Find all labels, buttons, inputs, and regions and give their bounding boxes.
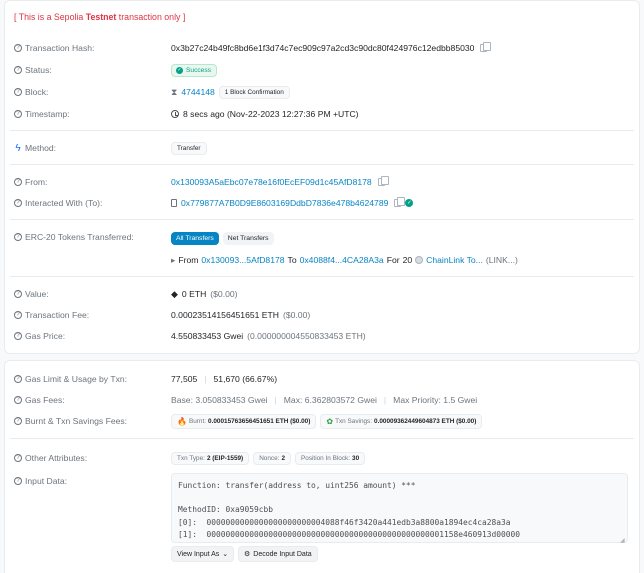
ethereum-icon: ◆ xyxy=(171,288,178,299)
fire-icon: 🔥 xyxy=(177,416,187,426)
from-row: ? From: 0x130093A5aEbc07e78e16f0EcEF09d1c… xyxy=(14,175,636,189)
savings-icon: ✿ xyxy=(326,416,334,426)
help-icon[interactable]: ? xyxy=(14,454,22,462)
transfer-amount: 20 xyxy=(402,255,413,265)
input-data-textarea[interactable]: Function: transfer(address to, uint256 a… xyxy=(171,473,628,543)
interacted-with-row: ? Interacted With (To): 0x779877A7B0D9E86… xyxy=(14,196,636,210)
block-number-link[interactable]: 4744148 xyxy=(181,87,214,97)
burnt-fee-badge: 🔥 Burnt: 0.00015763656451651 ETH ($0.00) xyxy=(171,413,317,429)
timestamp-row: ? Timestamp: 8 secs ago (Nov-22-2023 12:2… xyxy=(14,107,636,121)
tab-net-transfers[interactable]: Net Transfers xyxy=(222,231,274,245)
divider xyxy=(10,276,634,277)
help-icon[interactable]: ? xyxy=(14,396,22,404)
decode-icon: ⚙ xyxy=(244,551,251,558)
clock-icon xyxy=(171,110,179,118)
token-logo-icon xyxy=(415,256,424,264)
copy-icon[interactable] xyxy=(394,197,406,207)
position-badge: Position In Block: 30 xyxy=(295,451,366,465)
block-confirmation-badge: 1 Block Confirmation xyxy=(218,85,290,99)
help-icon[interactable]: ? xyxy=(14,375,22,383)
copy-icon[interactable] xyxy=(480,42,492,52)
txn-type-badge: Txn Type: 2 (EIP-1559) xyxy=(171,451,250,465)
help-icon[interactable]: ? xyxy=(14,233,22,241)
help-icon[interactable]: ? xyxy=(14,332,22,340)
check-circle-icon: ✓ xyxy=(176,66,183,74)
block-row: ? Block: ⧗ 4744148 1 Block Confirmation xyxy=(14,85,636,99)
tab-all-transfers[interactable]: All Transfers xyxy=(171,231,219,245)
help-icon[interactable]: ? xyxy=(14,477,22,485)
help-icon[interactable]: ? xyxy=(14,178,22,186)
testnet-notice: [ This is a Sepolia Testnet transaction … xyxy=(14,12,186,22)
help-icon[interactable]: ? xyxy=(14,44,22,52)
from-address-link[interactable]: 0x130093A5aEbc07e78e16f0EcEF09d1c45AfD81… xyxy=(171,177,372,187)
transfer-from-link[interactable]: 0x130093...5AfD8178 xyxy=(201,255,284,265)
chevron-down-icon: ⌄ xyxy=(222,551,229,558)
verified-check-icon: ✓ xyxy=(405,199,414,207)
help-icon[interactable]: ? xyxy=(14,88,22,96)
timestamp-value: 8 secs ago (Nov-22-2023 12:27:36 PM +UTC… xyxy=(183,109,359,119)
gas-price-row: ? Gas Price: 4.550833453 Gwei (0.00000000… xyxy=(14,329,636,343)
copy-icon[interactable] xyxy=(377,176,389,186)
gas-limit-row: ? Gas Limit & Usage by Txn: 77,505 | 51,6… xyxy=(14,372,636,386)
help-icon[interactable]: ? xyxy=(14,110,22,118)
other-attributes-row: ? Other Attributes: Txn Type: 2 (EIP-1559)… xyxy=(14,451,636,465)
lightning-icon: ϟ xyxy=(15,142,21,154)
contract-address-link[interactable]: 0x779877A7B0D9E8603169DdbD7836e478b46247… xyxy=(181,198,388,208)
tx-hash-value: 0x3b27c24b49fc8bd6e1f3d74c7ec909c97a2cd3… xyxy=(171,43,475,53)
method-badge: Transfer xyxy=(171,141,207,155)
divider xyxy=(10,130,634,131)
view-input-as-button[interactable]: View Input As ⌄ xyxy=(171,546,235,562)
gas-fees-row: ? Gas Fees: Base: 3.050833453 Gwei | Max:… xyxy=(14,393,636,407)
caret-right-icon: ▸ xyxy=(171,254,176,265)
token-symbol: (LINK...) xyxy=(485,255,518,265)
help-icon[interactable]: ? xyxy=(14,417,22,425)
divider xyxy=(10,438,634,439)
tx-hash-row: ? Transaction Hash: 0x3b27c24b49fc8bd6e1f… xyxy=(14,41,636,55)
contract-icon xyxy=(171,199,177,207)
hourglass-icon: ⧗ xyxy=(171,86,178,97)
value-row: ? Value: ◆ 0 ETH ($0.00) xyxy=(14,287,636,301)
divider xyxy=(10,164,634,165)
resize-handle-icon[interactable]: ◢ xyxy=(620,537,625,544)
erc20-row: ? ERC-20 Tokens Transferred: All Transfer… xyxy=(14,230,636,245)
help-icon[interactable]: ? xyxy=(14,290,22,298)
divider xyxy=(10,219,634,220)
tx-fee-row: ? Transaction Fee: 0.00023514156451651 ET… xyxy=(14,308,636,322)
txn-savings-badge: ✿ Txn Savings: 0.00009362449604873 ETH ($0… xyxy=(320,413,483,429)
burnt-savings-row: ? Burnt & Txn Savings Fees: 🔥 Burnt: 0.0001… xyxy=(14,413,636,429)
help-icon[interactable]: ? xyxy=(14,199,22,207)
nonce-badge: Nonce: 2 xyxy=(253,451,291,465)
status-badge: ✓ Success xyxy=(171,63,217,77)
help-icon[interactable]: ? xyxy=(14,66,22,74)
help-icon[interactable]: ? xyxy=(14,311,22,319)
method-row: ϟ Method: Transfer xyxy=(14,141,636,155)
token-name-link[interactable]: ChainLink To... xyxy=(426,255,483,265)
token-transfer-item: ▸ From 0x130093...5AfD8178 To 0x4088f4..… xyxy=(171,254,518,266)
decode-input-data-button[interactable]: ⚙ Decode Input Data xyxy=(238,546,318,562)
transfer-to-link[interactable]: 0x4088f4...4CA28A3a xyxy=(300,255,384,265)
status-row: ? Status: ✓ Success xyxy=(14,63,636,77)
